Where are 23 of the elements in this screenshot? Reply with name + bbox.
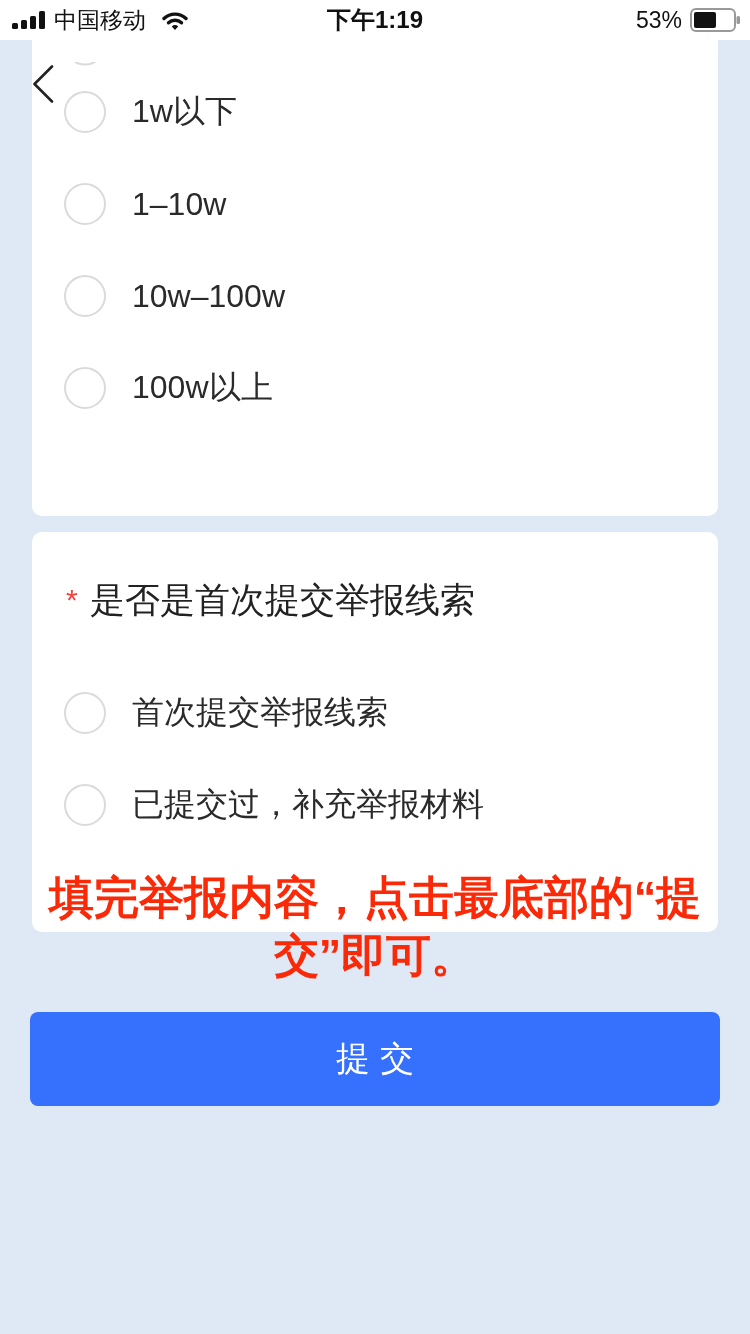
wifi-icon bbox=[162, 10, 188, 30]
radio-button-icon[interactable] bbox=[64, 367, 106, 409]
option-label: 10w–100w bbox=[132, 277, 285, 315]
submit-button[interactable]: 提 交 bbox=[30, 1012, 720, 1106]
radio-button-icon[interactable] bbox=[64, 784, 106, 826]
option-label: 1–10w bbox=[132, 185, 227, 223]
option-label: 首次提交举报线索 bbox=[132, 693, 388, 732]
status-time: 下午1:19 bbox=[326, 5, 423, 35]
radio-button-icon[interactable] bbox=[64, 692, 106, 734]
signal-icon bbox=[12, 11, 46, 29]
question-title: 是否是首次提交举报线索 bbox=[89, 580, 475, 620]
option-label: 已提交过，补充举报材料 bbox=[132, 785, 484, 824]
radio-button-icon[interactable] bbox=[64, 275, 106, 317]
radio-button-icon[interactable] bbox=[64, 183, 106, 225]
battery-icon bbox=[690, 8, 740, 32]
radio-button-icon[interactable] bbox=[64, 91, 106, 133]
option-label: 100w以上 bbox=[132, 368, 273, 407]
carrier-name: 中国移动 bbox=[54, 5, 146, 35]
battery-percent: 53% bbox=[635, 6, 682, 34]
required-asterisk: * bbox=[66, 582, 78, 618]
annotation-text: 填完举报内容，点击最底部的“提交”即可。 bbox=[46, 871, 703, 983]
option-label: 1w以下 bbox=[132, 92, 237, 131]
chevron-left-icon[interactable] bbox=[32, 65, 54, 103]
